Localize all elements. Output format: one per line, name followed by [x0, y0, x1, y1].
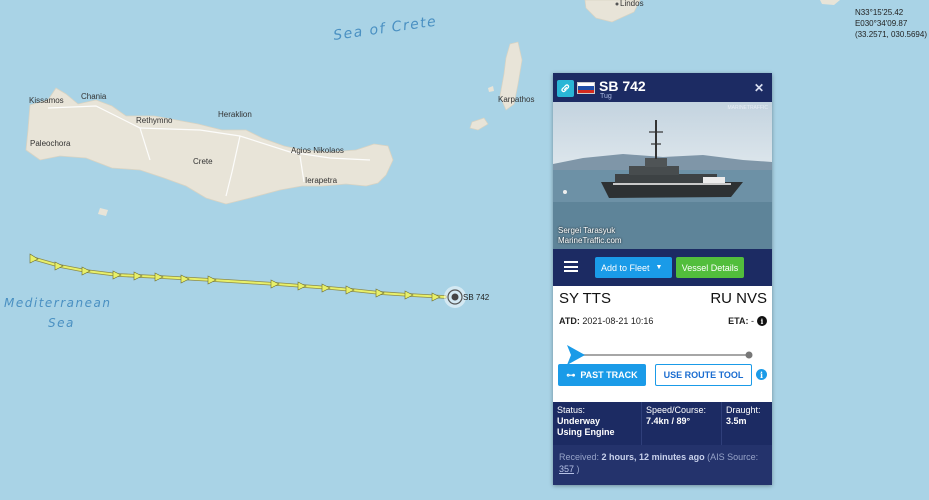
source-label: Source:: [727, 452, 759, 462]
mediterranean-sea-label: Sea: [48, 316, 75, 330]
place-karpathos: Karpathos: [498, 95, 534, 104]
eta-info-icon[interactable]: i: [757, 316, 767, 326]
photo-watermark: MARINETRAFFIC: [727, 105, 768, 111]
place-chania: Chania: [81, 92, 107, 101]
speed-course-value: 7.4kn / 89°: [646, 416, 691, 426]
sea-area: [0, 0, 929, 500]
track-icon: ⊶: [566, 369, 576, 380]
eta-value: -: [751, 316, 754, 326]
route-tool-info-icon[interactable]: i: [756, 369, 767, 380]
received-info: Received: 2 hours, 12 minutes ago (AIS S…: [553, 445, 772, 485]
atd-value: 2021-08-21 10:16: [582, 316, 654, 326]
atd-label: ATD:: [559, 316, 580, 326]
place-kissamos: Kissamos: [29, 96, 64, 105]
vessel-info-panel: SB 742 Tug ✕ MARINETRAFFIC Sergei Tarasy…: [553, 73, 772, 485]
use-route-tool-button[interactable]: USE ROUTE TOOL: [655, 364, 752, 386]
place-lindos: Lindos: [620, 0, 644, 8]
panel-header: SB 742 Tug ✕: [553, 73, 772, 102]
status-value-line2: Using Engine: [557, 427, 615, 437]
draught-cell: Draught: 3.5m: [722, 402, 772, 445]
source-close: ): [576, 464, 580, 474]
speed-course-cell: Speed/Course: 7.4kn / 89°: [642, 402, 722, 445]
coord-lat: N33°15'25.42: [854, 8, 904, 17]
place-paleochora: Paleochora: [30, 139, 71, 148]
place-heraklion: Heraklion: [218, 110, 252, 119]
photo-credit-site: MarineTraffic.com: [558, 236, 622, 245]
photo-credit-author: Sergei Tarasyuk: [558, 226, 616, 235]
status-grid: Status: Underway Using Engine Speed/Cour…: [553, 402, 772, 445]
place-rethymno: Rethymno: [136, 116, 173, 125]
coord-lon: E030°34'09.87: [854, 19, 908, 28]
place-ierapetra: Ierapetra: [305, 176, 338, 185]
ais-label: (AIS: [707, 452, 725, 462]
speed-course-label: Speed/Course:: [646, 405, 707, 415]
departure-port[interactable]: SY TTS: [559, 290, 611, 307]
past-track-label: PAST TRACK: [580, 370, 638, 380]
coord-decimal: (33.2571, 030.5694): [854, 30, 927, 39]
place-agios-nikolaos: Agios Nikolaos: [291, 146, 344, 155]
add-to-fleet-label: Add to Fleet: [601, 262, 650, 273]
source-link[interactable]: 357: [559, 464, 574, 474]
draught-label: Draught:: [726, 405, 761, 415]
cursor-coordinates: N33°15'25.42 E030°34'09.87 (33.2571, 030…: [855, 7, 927, 40]
place-crete: Crete: [193, 157, 213, 166]
vessel-position-arrow-icon: [567, 345, 585, 365]
status-label: Status:: [557, 405, 586, 415]
arrival-port[interactable]: RU NVS: [710, 290, 767, 307]
vessel-marker-label: SB 742: [463, 293, 490, 302]
photo-credit: Sergei Tarasyuk MarineTraffic.com: [558, 226, 622, 246]
received-value: 2 hours, 12 minutes ago: [601, 452, 705, 462]
past-track-button[interactable]: ⊶ PAST TRACK: [558, 364, 646, 386]
link-icon[interactable]: [557, 80, 574, 97]
hamburger-menu-icon[interactable]: [564, 261, 578, 272]
status-value-line1: Underway: [557, 416, 601, 426]
chevron-down-icon: ▼: [655, 264, 663, 271]
eta-label: ETA:: [728, 316, 749, 326]
russia-flag-icon: [577, 82, 595, 94]
map-canvas[interactable]: Sea of Crete Mediterranean Sea Lindos Ki…: [0, 0, 929, 500]
vessel-name: SB 742: [599, 78, 646, 94]
vessel-photo[interactable]: MARINETRAFFIC Sergei Tarasyuk MarineTraf…: [553, 102, 772, 249]
atd-row: ATD: 2021-08-21 10:16: [559, 316, 653, 326]
draught-value: 3.5m: [726, 416, 747, 426]
panel-toolbar: Add to Fleet ▼ Vessel Details: [553, 249, 772, 286]
received-label: Received:: [559, 452, 600, 462]
vessel-type: Tug: [600, 93, 612, 100]
mediterranean-label: Mediterranean: [4, 296, 111, 310]
vessel-details-button[interactable]: Vessel Details: [676, 257, 744, 278]
add-to-fleet-button[interactable]: Add to Fleet ▼: [595, 257, 672, 278]
status-cell: Status: Underway Using Engine: [553, 402, 642, 445]
eta-row: ETA: -i: [728, 316, 767, 326]
close-icon[interactable]: ✕: [754, 81, 764, 95]
voyage-section: SY TTS RU NVS ATD: 2021-08-21 10:16 ETA:…: [553, 286, 772, 402]
place-dot-lindos: [615, 2, 619, 6]
